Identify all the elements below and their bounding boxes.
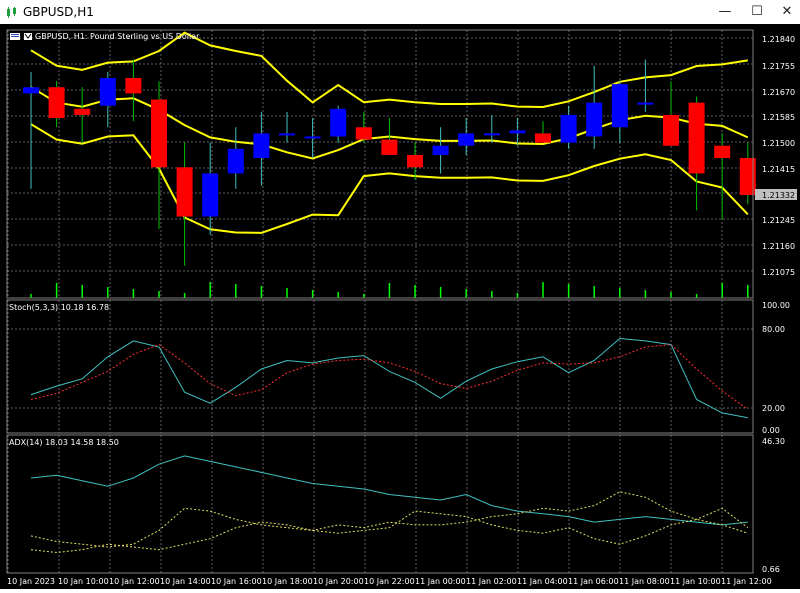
candle-body: [151, 99, 167, 168]
close-button[interactable]: ✕: [772, 0, 800, 24]
time-tick: 10 Jan 14:00: [160, 577, 211, 586]
price-tick: 1.21670: [762, 88, 795, 97]
price-tick: 1.21840: [762, 35, 795, 44]
time-tick: 10 Jan 18:00: [262, 577, 313, 586]
upper-band: [30, 31, 748, 109]
time-tick: 10 Jan 22:00: [364, 577, 415, 586]
candle-body: [99, 78, 116, 106]
time-tick: 11 Jan 02:00: [466, 577, 517, 586]
candle-body: [125, 78, 142, 94]
price-tick: 1.21500: [762, 139, 795, 148]
price-tick: 1.21415: [762, 165, 795, 174]
time-tick: 11 Jan 04:00: [517, 577, 568, 586]
chart-canvas[interactable]: GBPUSD, H1: Pound Sterling vs US Dollar …: [0, 24, 800, 589]
candle-body: [509, 130, 526, 134]
chart-window-icon: [7, 7, 16, 18]
stoch-tick: 0.00: [762, 426, 780, 435]
time-tick: 11 Jan 10:00: [670, 577, 721, 586]
candle-body: [330, 108, 347, 137]
candle-body: [483, 133, 500, 136]
time-tick: 11 Jan 12:00: [721, 577, 772, 586]
stochastic-pane: [30, 337, 749, 419]
main-pane-frame: [6, 29, 754, 299]
time-tick: 10 Jan 10:00: [58, 577, 109, 586]
time-tick: 10 Jan 2023: [7, 577, 55, 586]
stoch-label: Stoch(5,3,3) 10.18 16.78: [9, 303, 109, 312]
adx-label: ADX(14) 18.03 14.58 18.50: [9, 438, 119, 447]
adx-main-line: [30, 455, 748, 526]
candle-body: [304, 136, 321, 139]
stoch-pane-frame: [6, 299, 754, 434]
minimize-button[interactable]: —: [710, 0, 740, 24]
time-tick: 11 Jan 08:00: [619, 577, 670, 586]
main-chart-label: GBPUSD, H1: Pound Sterling vs US Dollar: [35, 32, 200, 41]
candle-body: [74, 108, 91, 115]
volume-bars: [30, 282, 749, 298]
adx-pane: [30, 455, 749, 554]
candle-body: [432, 145, 449, 155]
candle-body: [611, 84, 628, 128]
price-tick: 1.21585: [762, 113, 795, 122]
candle-body: [560, 114, 577, 143]
time-tick: 10 Jan 20:00: [313, 577, 364, 586]
candle-body: [48, 87, 65, 119]
adx-tick: 0.66: [762, 565, 780, 574]
adx-tick: 46.30: [762, 437, 785, 446]
adx-plus-di-line: [30, 491, 749, 548]
price-tick: 1.21075: [762, 268, 795, 277]
candle-body: [227, 148, 244, 174]
stoch-tick: 20.00: [762, 404, 785, 413]
time-tick: 10 Jan 12:00: [109, 577, 160, 586]
candle-body: [637, 102, 654, 105]
price-tick: 1.21160: [762, 242, 795, 251]
candle-body: [714, 145, 731, 159]
current-price-label: 1.21332: [762, 191, 795, 200]
candle-body: [355, 127, 372, 140]
candle-body: [202, 173, 219, 217]
candle-body: [586, 102, 603, 137]
maximize-button[interactable]: ☐: [742, 0, 772, 24]
title-bar: GBPUSD,H1 — ☐ ✕: [0, 0, 800, 24]
candle-body: [535, 133, 551, 143]
candle-body: [23, 87, 39, 94]
candle-body: [253, 133, 270, 159]
candle-body: [176, 167, 193, 217]
price-tick: 1.21755: [762, 62, 795, 71]
grid: [7, 30, 753, 573]
time-axis: 10 Jan 2023 10 Jan 10:00 10 Jan 12:00 10…: [7, 577, 772, 586]
window-title: GBPUSD,H1: [23, 5, 94, 19]
candle-body: [688, 102, 705, 174]
stoch-main-line: [30, 337, 748, 419]
price-tick: 1.21245: [762, 216, 795, 225]
candle-body: [381, 139, 398, 155]
chart-area[interactable]: GBPUSD, H1: Pound Sterling vs US Dollar …: [0, 24, 800, 589]
candle-body: [407, 154, 423, 168]
candle-body: [458, 133, 475, 146]
candle-body: [663, 114, 679, 146]
candles[interactable]: [23, 59, 756, 266]
time-tick: 11 Jan 06:00: [568, 577, 619, 586]
stoch-signal-line: [30, 344, 749, 410]
stoch-tick: 80.00: [762, 325, 785, 334]
time-tick: 11 Jan 00:00: [415, 577, 466, 586]
adx-pane-frame: [6, 434, 754, 574]
candle-body: [279, 133, 295, 136]
stoch-tick: 100.00: [762, 301, 790, 310]
time-tick: 10 Jan 16:00: [211, 577, 262, 586]
symbol-icon: [10, 33, 32, 40]
